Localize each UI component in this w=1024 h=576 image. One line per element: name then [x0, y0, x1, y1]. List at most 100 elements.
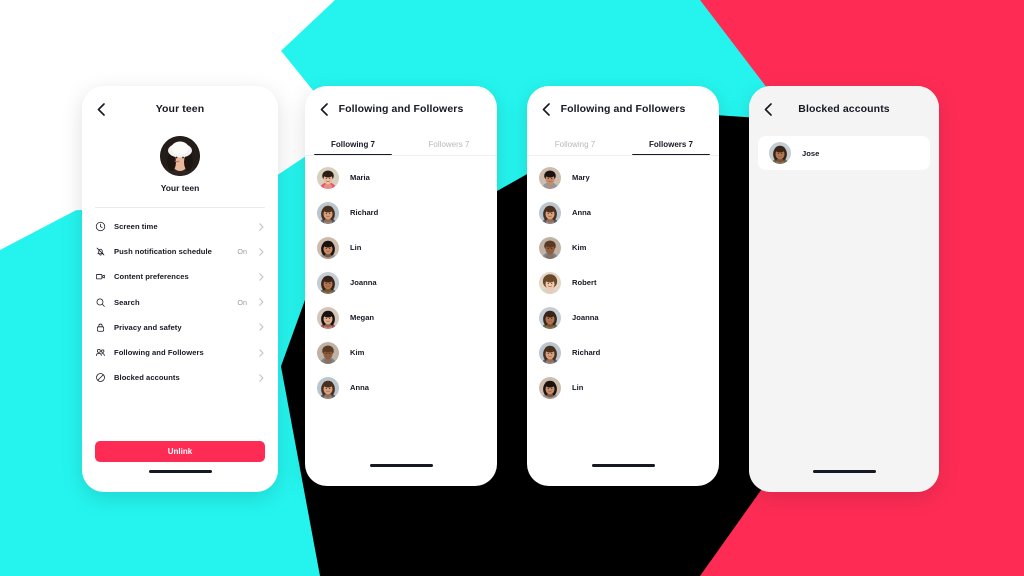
- list-item[interactable]: Megan: [305, 300, 497, 335]
- user-list[interactable]: Maria Richard Lin Joanna Megan Kim Anna: [305, 156, 497, 405]
- tab-followers[interactable]: Followers 7: [623, 132, 719, 156]
- list-item[interactable]: Joanna: [527, 300, 719, 335]
- home-indicator-bar: [148, 470, 212, 473]
- avatar: [317, 166, 339, 189]
- unlink-button-wrap: Unlink: [82, 441, 278, 462]
- home-indicator: [527, 456, 719, 486]
- list-item[interactable]: Richard: [527, 335, 719, 370]
- avatar: [539, 201, 561, 224]
- tab-label: Following 7: [331, 139, 375, 149]
- screenshot-stage: Your teen Your teen Screen time Push not…: [0, 0, 1024, 576]
- screen-blocked: Blocked accounts Jose: [749, 86, 939, 492]
- user-list[interactable]: Mary Anna Kim Robert Joanna Richard Lin: [527, 156, 719, 405]
- phone-your-teen: Your teen Your teen Screen time Push not…: [82, 86, 278, 492]
- setting-row-blocked-accounts[interactable]: Blocked accounts: [95, 365, 265, 390]
- home-indicator: [749, 462, 939, 492]
- chevron-right-icon: [258, 373, 265, 382]
- setting-label: Content preferences: [114, 272, 189, 282]
- avatar: [539, 271, 561, 294]
- block-icon: [95, 372, 106, 383]
- list-item[interactable]: Maria: [305, 160, 497, 195]
- tab-followers[interactable]: Followers 7: [401, 132, 497, 156]
- list-item[interactable]: Joanna: [305, 265, 497, 300]
- tab-bar-hairline: [527, 155, 719, 156]
- list-item[interactable]: Kim: [305, 335, 497, 370]
- user-name: Jose: [802, 148, 820, 158]
- phone-blocked-accounts: Blocked accounts Jose: [749, 86, 939, 492]
- setting-value: On: [237, 247, 247, 257]
- phone-following: Following and Followers Following 7 Follo…: [305, 86, 497, 486]
- avatar: [317, 271, 339, 294]
- setting-row-content-preferences[interactable]: Content preferences: [95, 264, 265, 289]
- lock-icon: [95, 322, 106, 333]
- chevron-right-icon: [258, 348, 265, 357]
- tab-following[interactable]: Following 7: [305, 132, 401, 156]
- page-title: Your teen: [155, 103, 205, 115]
- tab-bar: Following 7 Followers 7: [527, 132, 719, 156]
- setting-row-screen-time[interactable]: Screen time: [95, 214, 265, 239]
- avatar: [317, 341, 339, 364]
- tab-label: Followers 7: [428, 139, 470, 149]
- user-name: Megan: [350, 313, 375, 322]
- back-icon[interactable]: [316, 101, 332, 117]
- avatar: [317, 236, 339, 259]
- back-icon[interactable]: [93, 101, 109, 117]
- setting-row-push-notification-schedule[interactable]: Push notification schedule On: [95, 239, 265, 264]
- profile-block: Your teen: [82, 132, 278, 193]
- page-title: Following and Followers: [338, 103, 464, 115]
- list-item[interactable]: Lin: [305, 230, 497, 265]
- navbar-blocked: Blocked accounts: [749, 86, 939, 132]
- list-item[interactable]: Robert: [527, 265, 719, 300]
- tab-following[interactable]: Following 7: [527, 132, 623, 156]
- user-name: Kim: [572, 243, 587, 252]
- list-item[interactable]: Anna: [527, 195, 719, 230]
- phone-followers: Following and Followers Following 7 Follo…: [527, 86, 719, 486]
- clock-icon: [95, 221, 106, 232]
- home-indicator-bar: [812, 470, 876, 473]
- avatar: [539, 341, 561, 364]
- list-item[interactable]: Mary: [527, 160, 719, 195]
- setting-label: Blocked accounts: [114, 373, 180, 383]
- home-indicator-bar: [591, 464, 655, 467]
- page-title: Following and Followers: [560, 103, 686, 115]
- setting-row-privacy-and-safety[interactable]: Privacy and safety: [95, 315, 265, 340]
- user-name: Kim: [350, 348, 365, 357]
- screen-following: Following and Followers Following 7 Follo…: [305, 86, 497, 486]
- user-name: Anna: [572, 208, 591, 217]
- setting-row-following-and-followers[interactable]: Following and Followers: [95, 340, 265, 365]
- back-icon[interactable]: [538, 101, 554, 117]
- profile-name: Your teen: [160, 183, 200, 193]
- chevron-right-icon: [258, 222, 265, 231]
- list-item[interactable]: Richard: [305, 195, 497, 230]
- page-title: Blocked accounts: [798, 103, 890, 115]
- search-icon: [95, 297, 106, 308]
- blocked-list[interactable]: Jose: [749, 132, 939, 170]
- avatar: [539, 166, 561, 189]
- chevron-right-icon: [258, 273, 265, 281]
- unlink-button[interactable]: Unlink: [95, 441, 265, 462]
- list-item[interactable]: Kim: [527, 230, 719, 265]
- list-item[interactable]: Anna: [305, 370, 497, 405]
- avatar: [317, 201, 339, 224]
- avatar: [769, 142, 791, 164]
- avatar: [317, 376, 339, 399]
- blocked-account-item[interactable]: Jose: [758, 136, 930, 170]
- list-item[interactable]: Lin: [527, 370, 719, 405]
- chevron-right-icon: [258, 248, 265, 256]
- setting-label: Search: [114, 297, 140, 307]
- user-name: Maria: [350, 173, 370, 182]
- avatar[interactable]: [160, 136, 200, 176]
- user-name: Anna: [350, 383, 369, 392]
- user-name: Robert: [572, 278, 597, 287]
- setting-row-search[interactable]: Search On: [95, 290, 265, 315]
- bell-off-icon: [95, 246, 106, 257]
- back-icon[interactable]: [760, 101, 776, 117]
- chevron-right-icon: [258, 298, 265, 306]
- avatar: [539, 376, 561, 399]
- user-name: Lin: [350, 243, 362, 252]
- home-indicator-bar: [369, 464, 433, 467]
- video-icon: [95, 271, 106, 282]
